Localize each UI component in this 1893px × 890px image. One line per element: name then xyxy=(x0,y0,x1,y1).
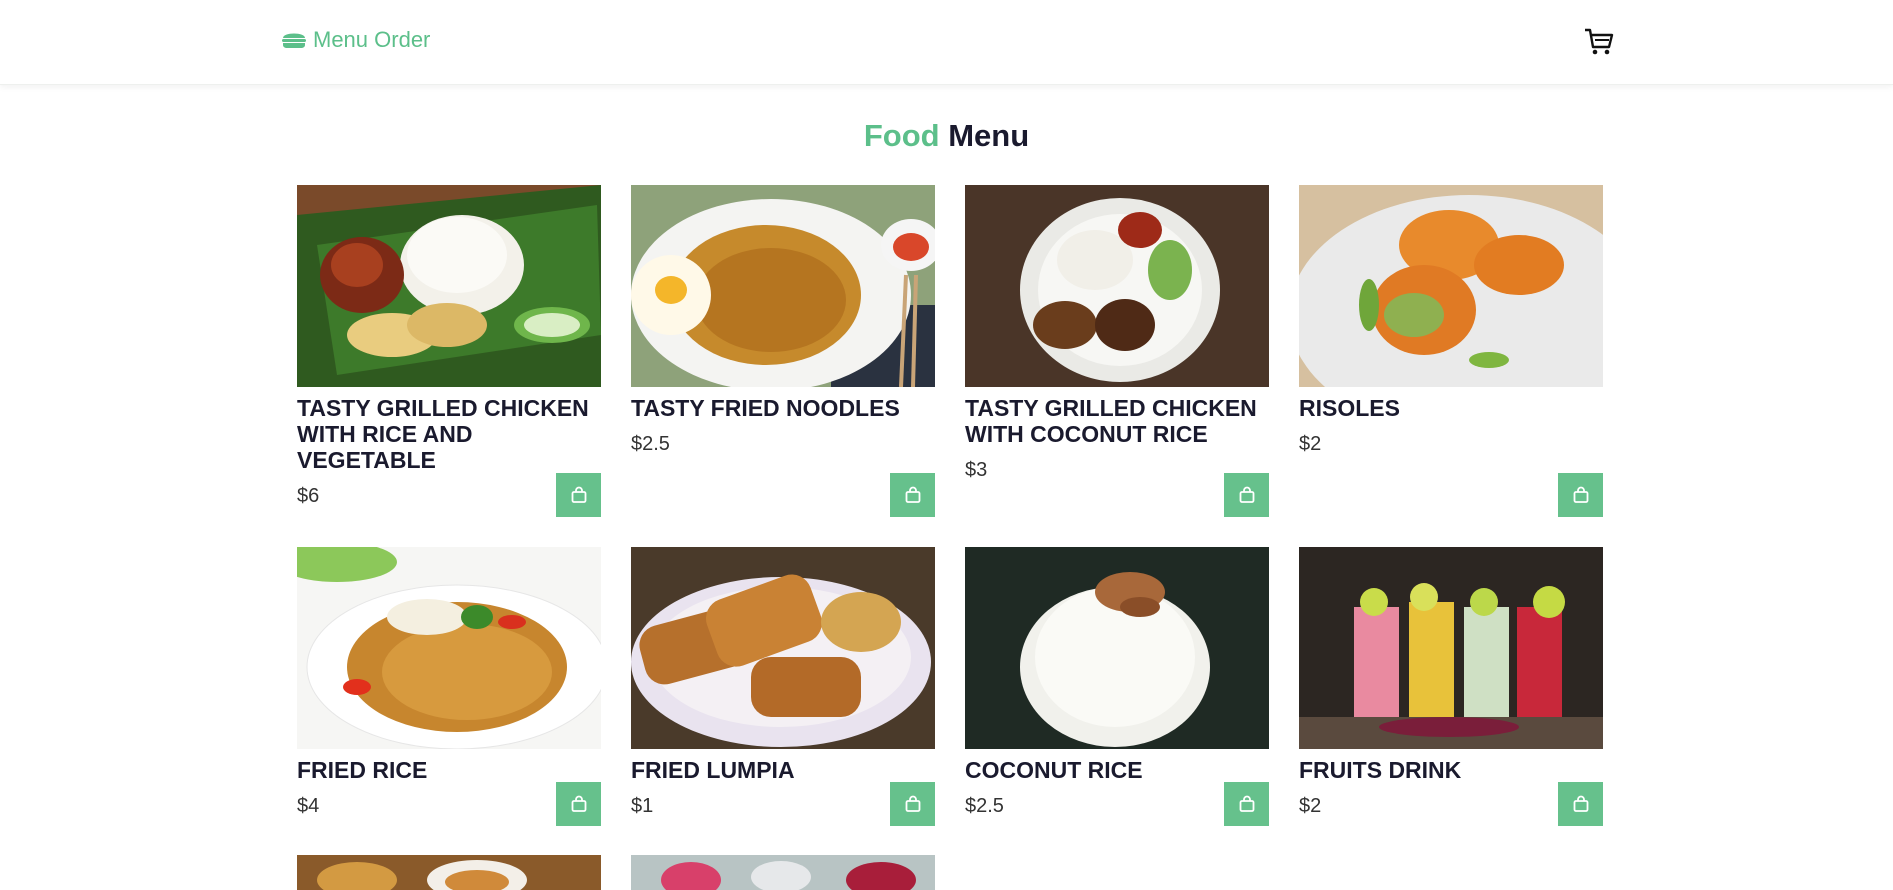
menu-card: TASTY FRIED NOODLES $2.5 xyxy=(631,185,935,517)
menu-card: COCONUT RICE $2.5 xyxy=(965,547,1269,826)
add-to-cart-button[interactable] xyxy=(556,473,601,517)
item-title: TASTY GRILLED CHICKEN WITH COCONUT RICE xyxy=(965,395,1257,447)
menu-card: FRIED LUMPIA $1 xyxy=(631,547,935,826)
add-to-cart-button[interactable] xyxy=(556,782,601,826)
brand-link[interactable]: Menu Order xyxy=(281,27,430,53)
food-image xyxy=(297,547,601,749)
item-title: TASTY FRIED NOODLES xyxy=(631,395,900,421)
item-title: TASTY GRILLED CHICKEN WITH RICE AND VEGE… xyxy=(297,395,589,473)
burger-icon xyxy=(282,33,306,48)
add-to-cart-button[interactable] xyxy=(1558,782,1603,826)
add-to-cart-button[interactable] xyxy=(890,473,935,517)
item-title: FRUITS DRINK xyxy=(1299,757,1462,783)
add-to-cart-button[interactable] xyxy=(1558,473,1603,517)
menu-card: RISOLES $2 xyxy=(1299,185,1603,517)
title-rest: Menu xyxy=(948,118,1030,153)
add-to-cart-button[interactable] xyxy=(1224,782,1269,826)
item-title: FRIED LUMPIA xyxy=(631,757,795,783)
food-image xyxy=(297,185,601,387)
shopping-bag-icon xyxy=(905,795,920,812)
shopping-bag-icon xyxy=(571,486,586,503)
add-to-cart-button[interactable] xyxy=(1224,473,1269,517)
item-price: $2 xyxy=(1299,433,1322,455)
food-image xyxy=(297,855,601,890)
menu-card: TASTY GRILLED CHICKEN WITH COCONUT RICE … xyxy=(965,185,1269,517)
navbar: Menu Order xyxy=(0,0,1893,85)
shopping-bag-icon xyxy=(1239,486,1254,503)
shopping-bag-icon xyxy=(1573,795,1588,812)
food-image xyxy=(1299,547,1603,749)
shopping-bag-icon xyxy=(1573,486,1588,503)
item-title: RISOLES xyxy=(1299,395,1400,421)
item-price: $2.5 xyxy=(631,433,670,455)
menu-card: FRUITS DRINK $2 xyxy=(1299,547,1603,826)
page-title: Food Menu xyxy=(0,118,1893,154)
shopping-bag-icon xyxy=(571,795,586,812)
menu-card: TASTY GRILLED CHICKEN WITH RICE AND VEGE… xyxy=(297,185,601,517)
shopping-bag-icon xyxy=(905,486,920,503)
cart-icon xyxy=(1585,28,1614,55)
food-image xyxy=(631,855,935,890)
title-accent: Food xyxy=(863,118,940,153)
food-image xyxy=(965,185,1269,387)
food-image xyxy=(631,185,935,387)
item-title: FRIED RICE xyxy=(297,757,428,783)
menu-grid: TASTY GRILLED CHICKEN WITH RICE AND VEGE… xyxy=(297,185,1603,826)
add-to-cart-button[interactable] xyxy=(890,782,935,826)
food-image xyxy=(631,547,935,749)
food-image xyxy=(965,547,1269,749)
menu-row-partial xyxy=(297,855,935,890)
shopping-bag-icon xyxy=(1239,795,1254,812)
food-image xyxy=(1299,185,1603,387)
menu-card: FRIED RICE $4 xyxy=(297,547,601,826)
brand-label: Menu Order xyxy=(313,27,431,52)
cart-button[interactable] xyxy=(1583,26,1615,58)
item-title: COCONUT RICE xyxy=(965,757,1143,783)
